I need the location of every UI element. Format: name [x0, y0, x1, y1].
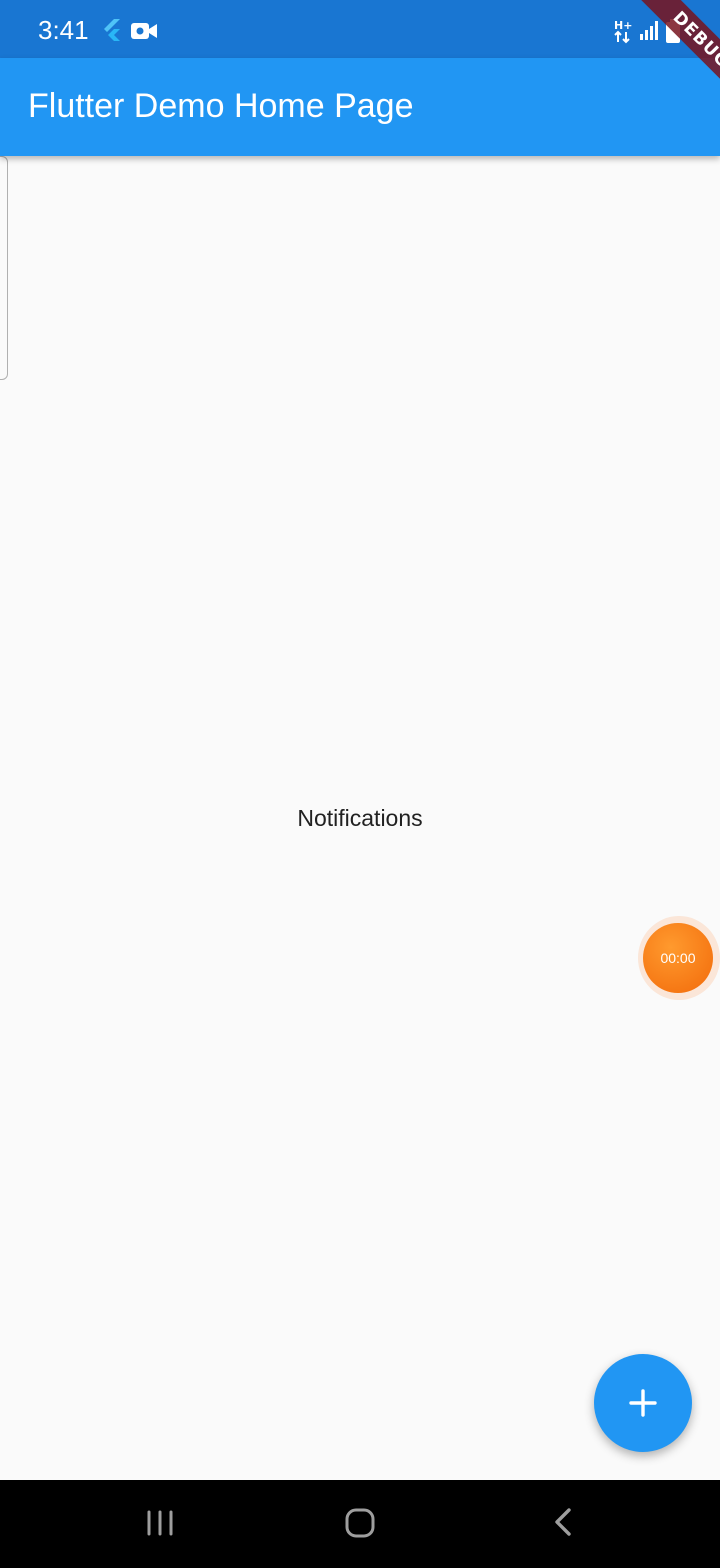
plus-icon [629, 1389, 657, 1417]
status-time: 3:41 [38, 15, 89, 45]
debug-banner: DEBUG [590, 0, 720, 130]
page-title: Flutter Demo Home Page [28, 87, 414, 125]
flutter-icon [104, 19, 120, 41]
notifications-label: Notifications [297, 805, 423, 831]
recents-icon[interactable] [130, 1500, 190, 1548]
drawer-edge-handle[interactable] [0, 156, 8, 380]
navigation-bar [0, 1480, 720, 1568]
back-icon[interactable] [533, 1500, 593, 1548]
add-fab-button[interactable] [594, 1354, 692, 1452]
debug-ribbon-label: DEBUG [623, 0, 720, 118]
home-icon[interactable] [330, 1500, 390, 1548]
video-camera-icon [131, 23, 157, 39]
timer-bubble[interactable]: 00:00 [643, 923, 713, 993]
